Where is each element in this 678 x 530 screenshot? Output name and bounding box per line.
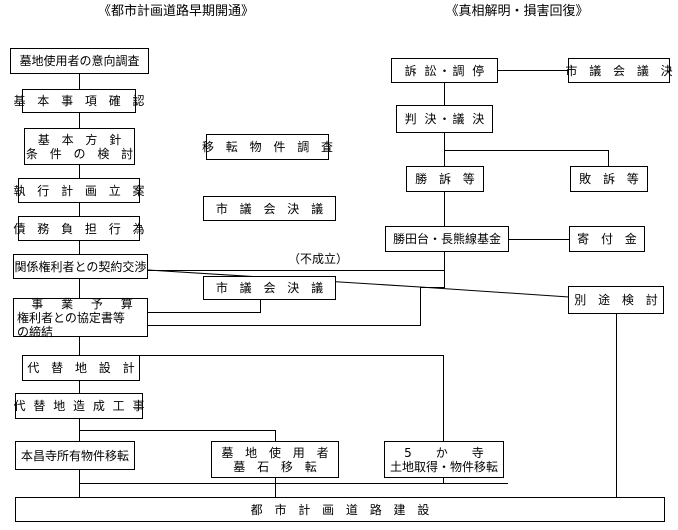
node-label-line2: 墓 石 移 転 xyxy=(233,459,321,474)
node-donation[interactable]: 寄 付 金 xyxy=(569,226,645,252)
node-label-line2: 条 件 の 検 討 xyxy=(25,146,138,161)
node-label: 代 替 地 設 計 xyxy=(27,361,139,375)
node-council-resolution-1[interactable]: 市 議 会 決 議 xyxy=(203,196,336,221)
annotation-negotiation-failed: （不成立） xyxy=(288,252,349,266)
node-label-line1: 5 か 寺 xyxy=(404,445,484,460)
node-grave-user-relocation[interactable]: 墓 地 使 用 者 墓 石 移 転 xyxy=(211,441,339,478)
node-label-line3: の締結 xyxy=(17,324,54,339)
node-debt-obligation[interactable]: 債 務 負 担 行 為 xyxy=(13,216,145,241)
node-basic-policy[interactable]: 基 本 方 針 条 件 の 検 討 xyxy=(24,128,135,165)
node-budget-agreement[interactable]: 事 業 予 算 権利者との協定書等 の締結 xyxy=(13,296,148,339)
node-label-line2: 土地取得・物件移転 xyxy=(389,459,498,474)
node-label-line1: 墓 地 使 用 者 xyxy=(221,445,333,460)
node-label: 移 転 物 件 調 査 xyxy=(201,140,338,154)
node-label: 判 決・議 決 xyxy=(404,112,487,126)
node-separate-review[interactable]: 別 途 検 討 xyxy=(568,286,664,314)
node-label: 市 議 会 決 議 xyxy=(215,281,328,295)
node-label-line1: 基 本 方 針 xyxy=(37,132,126,147)
node-label-line1: 事 業 予 算 xyxy=(31,296,140,311)
node-label-line2: 権利者との協定書等 xyxy=(17,310,125,325)
node-five-temples[interactable]: 5 か 寺 土地取得・物件移転 xyxy=(384,441,504,478)
node-label: 本昌寺所有物件移転 xyxy=(20,448,129,463)
node-council-decision[interactable]: 市 議 会 議 決 xyxy=(565,58,673,83)
node-label: 勝田台・長熊線基金 xyxy=(392,232,501,246)
node-win-case[interactable]: 勝 訴 等 xyxy=(406,166,484,192)
node-outcome-road-construction[interactable]: 都 市 計 画 道 路 建 設 xyxy=(15,497,665,522)
node-label: 別 途 検 討 xyxy=(574,293,662,307)
node-label: 寄 付 金 xyxy=(577,232,641,246)
node-label: 勝 訴 等 xyxy=(415,172,479,186)
node-label: 基 本 事 項 確 認 xyxy=(13,94,149,108)
node-lose-case[interactable]: 敗 訴 等 xyxy=(570,166,648,192)
node-rights-negotiation[interactable]: 関係権利者との契約交渉 xyxy=(13,254,148,279)
node-label: 敗 訴 等 xyxy=(579,172,643,186)
node-alt-land-design[interactable]: 代 替 地 設 計 xyxy=(22,355,140,381)
node-label: 市 議 会 決 議 xyxy=(215,201,328,216)
node-label: 債 務 負 担 行 為 xyxy=(13,221,149,236)
node-judgment-resolution[interactable]: 判 決・議 決 xyxy=(396,105,493,133)
node-council-resolution-2[interactable]: 市 議 会 決 議 xyxy=(203,276,336,300)
node-katsutadai-fund[interactable]: 勝田台・長熊線基金 xyxy=(385,226,509,252)
node-litigation-mediation[interactable]: 訴 訟・調 停 xyxy=(391,58,498,83)
node-basic-items[interactable]: 基 本 事 項 確 認 xyxy=(13,89,145,113)
node-exec-plan[interactable]: 執 行 計 画 立 案 xyxy=(13,178,145,203)
node-label: 関係権利者との契約交渉 xyxy=(14,259,147,274)
node-label: 墓地使用者の意向調査 xyxy=(19,54,140,68)
node-alt-land-construction[interactable]: 代 替 地 造 成 工 事 xyxy=(14,393,144,419)
node-survey-intent[interactable]: 墓地使用者の意向調査 xyxy=(10,48,149,74)
node-label: 訴 訟・調 停 xyxy=(404,63,487,78)
node-honshoji-relocation[interactable]: 本昌寺所有物件移転 xyxy=(15,441,135,470)
flowchart-canvas: 《都市計画道路早期開通》 《真相解明・損害回復》 墓地使用者の意向調査 基 本 … xyxy=(0,0,678,530)
node-label: 代 替 地 造 成 工 事 xyxy=(13,399,147,413)
node-label: 都 市 計 画 道 路 建 設 xyxy=(250,502,434,517)
node-relocation-survey[interactable]: 移 転 物 件 調 査 xyxy=(202,134,333,160)
node-label: 執 行 計 画 立 案 xyxy=(13,183,149,198)
node-label: 市 議 会 議 決 xyxy=(565,63,677,78)
